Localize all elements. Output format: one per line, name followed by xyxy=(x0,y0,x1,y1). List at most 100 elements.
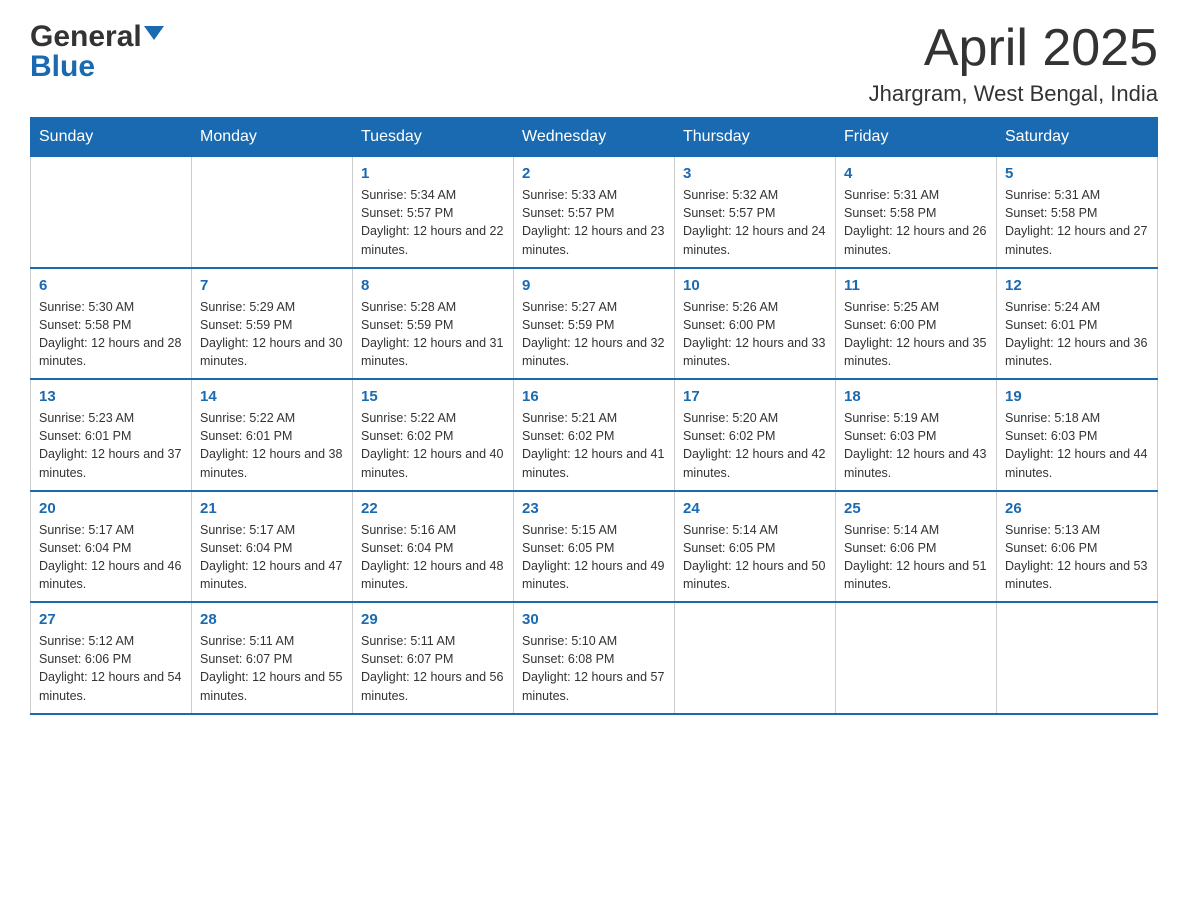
calendar-cell: 24 Sunrise: 5:14 AMSunset: 6:05 PMDayligh… xyxy=(675,491,836,603)
day-info: Sunrise: 5:22 AMSunset: 6:02 PMDaylight:… xyxy=(361,409,505,482)
weekday-header-saturday: Saturday xyxy=(997,118,1158,157)
calendar-table: SundayMondayTuesdayWednesdayThursdayFrid… xyxy=(30,117,1158,715)
day-info: Sunrise: 5:12 AMSunset: 6:06 PMDaylight:… xyxy=(39,632,183,705)
day-info: Sunrise: 5:27 AMSunset: 5:59 PMDaylight:… xyxy=(522,298,666,371)
day-info: Sunrise: 5:14 AMSunset: 6:05 PMDaylight:… xyxy=(683,521,827,594)
calendar-cell: 4Sunrise: 5:31 AMSunset: 5:58 PMDaylight… xyxy=(836,157,997,268)
location-title: Jhargram, West Bengal, India xyxy=(869,81,1158,107)
calendar-week-row: 20 Sunrise: 5:17 AMSunset: 6:04 PMDayligh… xyxy=(31,491,1158,603)
day-number: 4 xyxy=(844,165,988,182)
day-info: Sunrise: 5:33 AMSunset: 5:57 PMDaylight:… xyxy=(522,186,666,259)
calendar-cell: 8 Sunrise: 5:28 AMSunset: 5:59 PMDaylight… xyxy=(353,268,514,380)
calendar-cell: 6Sunrise: 5:30 AMSunset: 5:58 PMDaylight… xyxy=(31,268,192,380)
day-info: Sunrise: 5:32 AMSunset: 5:57 PMDaylight:… xyxy=(683,186,827,259)
day-number: 30 xyxy=(522,611,666,628)
weekday-header-tuesday: Tuesday xyxy=(353,118,514,157)
calendar-cell: 19 Sunrise: 5:18 AMSunset: 6:03 PMDayligh… xyxy=(997,379,1158,491)
day-number: 13 xyxy=(39,388,183,405)
calendar-cell: 11 Sunrise: 5:25 AMSunset: 6:00 PMDayligh… xyxy=(836,268,997,380)
day-number: 28 xyxy=(200,611,344,628)
calendar-cell xyxy=(675,602,836,714)
day-info: Sunrise: 5:20 AMSunset: 6:02 PMDaylight:… xyxy=(683,409,827,482)
day-number: 16 xyxy=(522,388,666,405)
day-info: Sunrise: 5:11 AMSunset: 6:07 PMDaylight:… xyxy=(200,632,344,705)
day-info: Sunrise: 5:25 AMSunset: 6:00 PMDaylight:… xyxy=(844,298,988,371)
weekday-header-thursday: Thursday xyxy=(675,118,836,157)
day-number: 9 xyxy=(522,277,666,294)
day-info: Sunrise: 5:21 AMSunset: 6:02 PMDaylight:… xyxy=(522,409,666,482)
weekday-header-sunday: Sunday xyxy=(31,118,192,157)
day-number: 22 xyxy=(361,500,505,517)
day-info: Sunrise: 5:23 AMSunset: 6:01 PMDaylight:… xyxy=(39,409,183,482)
calendar-cell: 21 Sunrise: 5:17 AMSunset: 6:04 PMDayligh… xyxy=(192,491,353,603)
day-number: 23 xyxy=(522,500,666,517)
day-number: 29 xyxy=(361,611,505,628)
calendar-cell xyxy=(836,602,997,714)
calendar-cell: 30 Sunrise: 5:10 AMSunset: 6:08 PMDayligh… xyxy=(514,602,675,714)
day-info: Sunrise: 5:10 AMSunset: 6:08 PMDaylight:… xyxy=(522,632,666,705)
calendar-cell: 22 Sunrise: 5:16 AMSunset: 6:04 PMDayligh… xyxy=(353,491,514,603)
day-number: 12 xyxy=(1005,277,1149,294)
day-number: 18 xyxy=(844,388,988,405)
calendar-cell: 1 Sunrise: 5:34 AMSunset: 5:57 PMDaylight… xyxy=(353,157,514,268)
calendar-cell: 27 Sunrise: 5:12 AMSunset: 6:06 PMDayligh… xyxy=(31,602,192,714)
calendar-cell: 2 Sunrise: 5:33 AMSunset: 5:57 PMDaylight… xyxy=(514,157,675,268)
day-number: 11 xyxy=(844,277,988,294)
day-number: 26 xyxy=(1005,500,1149,517)
weekday-header-row: SundayMondayTuesdayWednesdayThursdayFrid… xyxy=(31,118,1158,157)
calendar-cell: 13 Sunrise: 5:23 AMSunset: 6:01 PMDayligh… xyxy=(31,379,192,491)
day-info: Sunrise: 5:17 AMSunset: 6:04 PMDaylight:… xyxy=(200,521,344,594)
calendar-week-row: 1 Sunrise: 5:34 AMSunset: 5:57 PMDaylight… xyxy=(31,157,1158,268)
calendar-cell: 12 Sunrise: 5:24 AMSunset: 6:01 PMDayligh… xyxy=(997,268,1158,380)
day-number: 3 xyxy=(683,165,827,182)
calendar-cell xyxy=(997,602,1158,714)
day-info: Sunrise: 5:15 AMSunset: 6:05 PMDaylight:… xyxy=(522,521,666,594)
day-number: 20 xyxy=(39,500,183,517)
weekday-header-wednesday: Wednesday xyxy=(514,118,675,157)
day-info: Sunrise: 5:30 AMSunset: 5:58 PMDaylight:… xyxy=(39,298,183,371)
calendar-cell: 20 Sunrise: 5:17 AMSunset: 6:04 PMDayligh… xyxy=(31,491,192,603)
logo-general-text: General xyxy=(30,20,142,54)
day-number: 27 xyxy=(39,611,183,628)
calendar-cell: 26Sunrise: 5:13 AMSunset: 6:06 PMDayligh… xyxy=(997,491,1158,603)
day-number: 14 xyxy=(200,388,344,405)
day-info: Sunrise: 5:19 AMSunset: 6:03 PMDaylight:… xyxy=(844,409,988,482)
day-info: Sunrise: 5:11 AMSunset: 6:07 PMDaylight:… xyxy=(361,632,505,705)
day-number: 7 xyxy=(200,277,344,294)
day-info: Sunrise: 5:17 AMSunset: 6:04 PMDaylight:… xyxy=(39,521,183,594)
page-header: General Blue April 2025 Jhargram, West B… xyxy=(30,20,1158,107)
weekday-header-friday: Friday xyxy=(836,118,997,157)
day-info: Sunrise: 5:22 AMSunset: 6:01 PMDaylight:… xyxy=(200,409,344,482)
day-number: 21 xyxy=(200,500,344,517)
calendar-cell: 10Sunrise: 5:26 AMSunset: 6:00 PMDayligh… xyxy=(675,268,836,380)
calendar-cell: 15 Sunrise: 5:22 AMSunset: 6:02 PMDayligh… xyxy=(353,379,514,491)
calendar-week-row: 6Sunrise: 5:30 AMSunset: 5:58 PMDaylight… xyxy=(31,268,1158,380)
day-number: 10 xyxy=(683,277,827,294)
calendar-cell: 5Sunrise: 5:31 AMSunset: 5:58 PMDaylight… xyxy=(997,157,1158,268)
day-number: 19 xyxy=(1005,388,1149,405)
calendar-cell: 14 Sunrise: 5:22 AMSunset: 6:01 PMDayligh… xyxy=(192,379,353,491)
day-info: Sunrise: 5:24 AMSunset: 6:01 PMDaylight:… xyxy=(1005,298,1149,371)
calendar-cell: 7Sunrise: 5:29 AMSunset: 5:59 PMDaylight… xyxy=(192,268,353,380)
calendar-week-row: 27 Sunrise: 5:12 AMSunset: 6:06 PMDayligh… xyxy=(31,602,1158,714)
calendar-cell: 25Sunrise: 5:14 AMSunset: 6:06 PMDayligh… xyxy=(836,491,997,603)
day-info: Sunrise: 5:18 AMSunset: 6:03 PMDaylight:… xyxy=(1005,409,1149,482)
calendar-cell: 29 Sunrise: 5:11 AMSunset: 6:07 PMDayligh… xyxy=(353,602,514,714)
day-number: 2 xyxy=(522,165,666,182)
calendar-cell xyxy=(192,157,353,268)
day-info: Sunrise: 5:28 AMSunset: 5:59 PMDaylight:… xyxy=(361,298,505,371)
calendar-week-row: 13 Sunrise: 5:23 AMSunset: 6:01 PMDayligh… xyxy=(31,379,1158,491)
calendar-cell: 3 Sunrise: 5:32 AMSunset: 5:57 PMDaylight… xyxy=(675,157,836,268)
day-number: 15 xyxy=(361,388,505,405)
day-info: Sunrise: 5:34 AMSunset: 5:57 PMDaylight:… xyxy=(361,186,505,259)
day-number: 1 xyxy=(361,165,505,182)
calendar-cell: 23 Sunrise: 5:15 AMSunset: 6:05 PMDayligh… xyxy=(514,491,675,603)
day-number: 8 xyxy=(361,277,505,294)
calendar-cell: 9 Sunrise: 5:27 AMSunset: 5:59 PMDaylight… xyxy=(514,268,675,380)
logo: General Blue xyxy=(30,20,164,84)
day-info: Sunrise: 5:31 AMSunset: 5:58 PMDaylight:… xyxy=(1005,186,1149,259)
day-info: Sunrise: 5:16 AMSunset: 6:04 PMDaylight:… xyxy=(361,521,505,594)
day-number: 25 xyxy=(844,500,988,517)
calendar-cell: 28 Sunrise: 5:11 AMSunset: 6:07 PMDayligh… xyxy=(192,602,353,714)
day-number: 24 xyxy=(683,500,827,517)
